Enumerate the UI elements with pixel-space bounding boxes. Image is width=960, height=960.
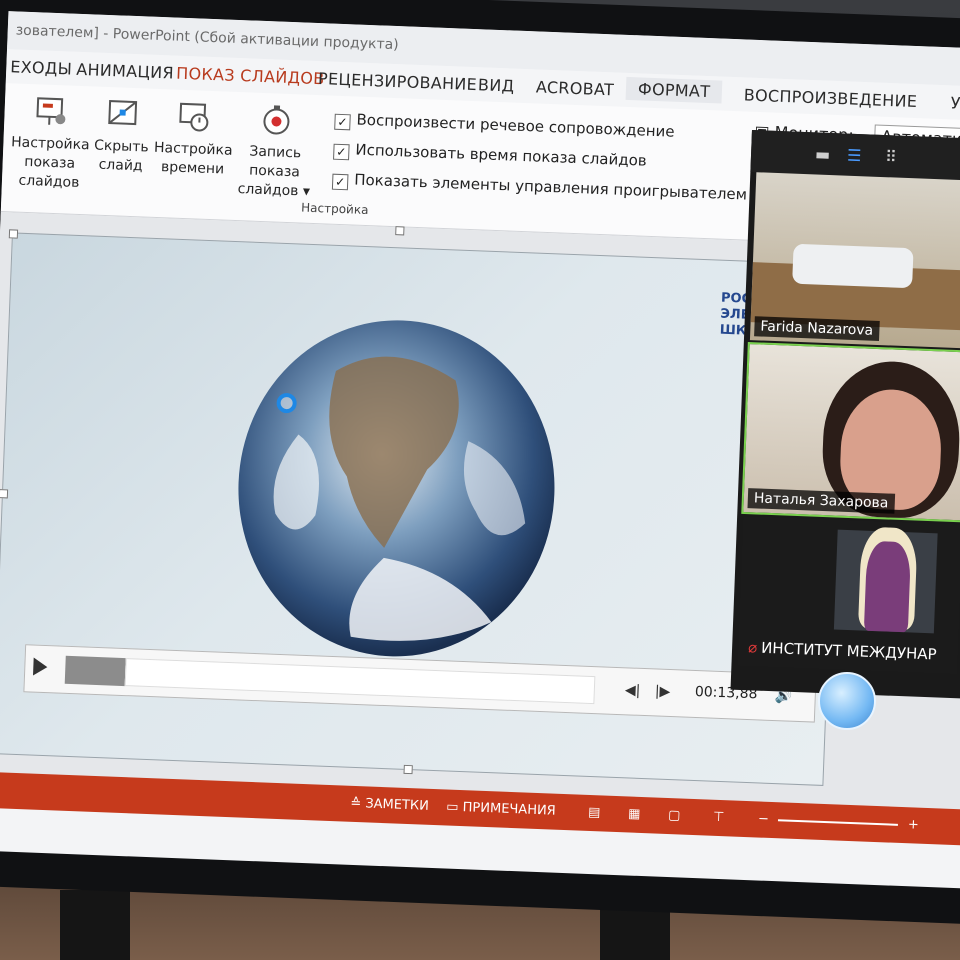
media-controls-checkbox[interactable]: ✓ Показать элементы управления проигрыват… — [331, 170, 748, 206]
progress-track[interactable] — [124, 658, 596, 705]
slideshow-view-icon[interactable]: ⊤ — [712, 800, 725, 836]
slide-canvas[interactable]: РОССИЙ ЭЛЕКТР ШКОЛА ◀| |▶ 00:13,88 🔊 — [0, 226, 844, 786]
resize-handle[interactable] — [8, 229, 19, 239]
touch-indicator — [818, 672, 876, 730]
rehearse-timings-label-1: Настройка — [153, 139, 233, 159]
checkbox-mark: ✓ — [331, 173, 349, 191]
record-slideshow-button[interactable]: Запись показа слайдов ▾ — [223, 102, 327, 203]
play-icon[interactable] — [33, 657, 48, 677]
earth-video-frame — [238, 320, 555, 657]
narration-checkbox[interactable]: ✓ Воспроизвести речевое сопровождение — [334, 110, 675, 143]
tab-format[interactable]: ФОРМАТ — [625, 76, 723, 104]
video-call-panel: ▬ ☰ ⠿ Farida Nazarova Наталья Захарова ⌀… — [730, 130, 960, 699]
participant-name: ИНСТИТУТ МЕЖДУНАР — [760, 638, 938, 664]
setup-slideshow-button[interactable]: Настройка показа слайдов — [2, 93, 100, 194]
hide-slide-label-1: Скрыть — [93, 137, 149, 156]
comment-icon: ▭ — [445, 799, 463, 816]
tab-view[interactable]: ВИД — [478, 75, 515, 95]
rotate-handle[interactable] — [395, 226, 405, 236]
resize-handle[interactable] — [0, 489, 9, 499]
notes-button[interactable]: ≙ ЗАМЕТКИ — [350, 786, 430, 825]
notes-icon: ≙ — [350, 795, 366, 812]
minimize-icon[interactable]: ▬ — [815, 144, 831, 164]
narration-label: Воспроизвести речевое сопровождение — [356, 110, 675, 141]
resize-handle[interactable] — [403, 764, 413, 775]
setup-slideshow-label-2: показа слайдов — [18, 153, 80, 191]
record-slideshow-icon — [263, 105, 290, 135]
group-label-setup: Настройка — [300, 200, 369, 218]
participant-video — [833, 529, 938, 634]
tab-acrobat[interactable]: ACROBAT — [536, 77, 615, 99]
tab-animation[interactable]: АНИМАЦИЯ — [76, 60, 174, 83]
photo-scene: зователем] - PowerPoint (Сбой активации … — [0, 0, 960, 960]
students-group — [792, 243, 914, 289]
participant-name-row: ⌀ ИНСТИТУТ МЕЖДУНАР — [742, 636, 943, 666]
participant-tile-active[interactable]: Наталья Захарова — [741, 341, 960, 523]
participant-name: Наталья Захарова — [747, 488, 895, 514]
hide-slide-button[interactable]: Скрыть слайд — [90, 96, 153, 176]
reading-view-icon[interactable]: ▢ — [667, 798, 681, 834]
zoom-slider[interactable] — [777, 819, 898, 826]
rehearse-timings-label-2: времени — [160, 159, 225, 178]
setup-slideshow-icon — [36, 97, 66, 125]
stand-leg-left — [60, 890, 130, 960]
setup-slideshow-label-1: Настройка — [10, 134, 90, 154]
participant-tile[interactable]: Farida Nazarova — [749, 172, 960, 349]
step-back-icon[interactable]: ◀| — [625, 682, 641, 699]
gallery-view-icon[interactable]: ⠿ — [885, 147, 897, 166]
step-forward-icon[interactable]: |▶ — [655, 683, 671, 700]
tab-review[interactable]: РЕЦЕНЗИРОВАНИЕ — [318, 69, 478, 94]
muted-mic-icon: ⌀ — [747, 638, 758, 657]
participant-name: Farida Nazarova — [754, 316, 880, 342]
checkbox-mark: ✓ — [334, 113, 351, 131]
rehearse-timings-button[interactable]: Настройка времени — [152, 99, 235, 180]
record-slideshow-label-2: слайдов ▾ — [237, 181, 311, 200]
comments-button[interactable]: ▭ ПРИМЕЧАНИЯ — [446, 790, 557, 830]
speaker-view-icon[interactable]: ☰ — [847, 146, 862, 166]
tab-transitions[interactable]: ЕХОДЫ — [10, 57, 72, 78]
participant-figure — [863, 540, 912, 633]
zoom-in-button[interactable]: + — [907, 807, 919, 843]
progress-fill — [64, 655, 126, 687]
hide-slide-label-2: слайд — [98, 156, 143, 175]
tab-slideshow[interactable]: ПОКАЗ СЛАЙДОВ — [176, 64, 325, 89]
use-timings-checkbox[interactable]: ✓ Использовать время показа слайдов — [333, 140, 647, 172]
checkbox-mark: ✓ — [333, 143, 350, 161]
comments-label: ПРИМЕЧАНИЯ — [462, 800, 556, 819]
tab-playback[interactable]: ВОСПРОИЗВЕДЕНИЕ — [743, 85, 917, 111]
normal-view-icon[interactable]: ▤ — [587, 795, 601, 831]
slide-sorter-icon[interactable]: ▦ — [627, 797, 641, 833]
use-timings-label: Использовать время показа слайдов — [355, 140, 648, 170]
media-controls-label: Показать элементы управления проигрывате… — [353, 170, 748, 204]
rehearse-timings-icon — [179, 102, 209, 132]
tab-more[interactable]: У — [950, 93, 960, 112]
zoom-out-button[interactable]: − — [757, 801, 769, 837]
participant-tile[interactable]: ⌀ ИНСТИТУТ МЕЖДУНАР — [737, 515, 960, 675]
hide-slide-icon — [108, 100, 138, 126]
record-slideshow-label-1: Запись показа — [248, 143, 302, 181]
notes-label: ЗАМЕТКИ — [365, 796, 430, 814]
